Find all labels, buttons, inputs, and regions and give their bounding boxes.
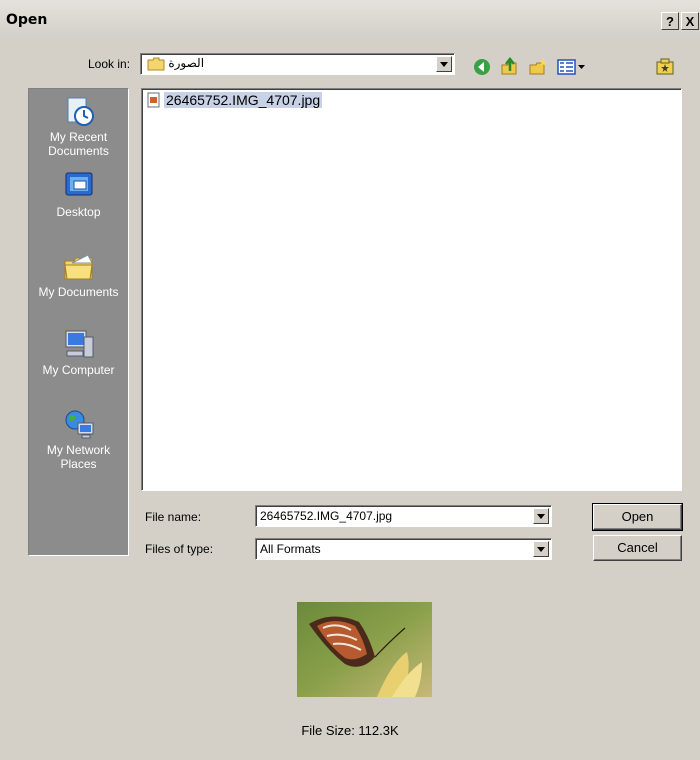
place-label: My Network Places [46,443,111,471]
file-list[interactable]: 26465752.IMG_4707.jpg [141,88,682,491]
favorites-icon[interactable] [655,57,675,77]
files-of-type-select[interactable]: All Formats [255,538,552,560]
list-item[interactable]: 26465752.IMG_4707.jpg [146,92,323,108]
file-name-value: 26465752.IMG_4707.jpg [260,509,393,523]
help-button[interactable]: ? [661,12,679,30]
look-in-label: Look in: [88,57,131,71]
network-places-icon [65,410,93,439]
cancel-button[interactable]: Cancel [593,535,682,561]
look-in-combo[interactable]: الصورة [140,53,455,75]
file-name: 26465752.IMG_4707.jpg [164,92,323,108]
file-name-label: File name: [145,510,202,524]
look-in-value: الصورة [168,56,205,70]
place-desktop[interactable]: Desktop [29,169,128,219]
recent-documents-icon [67,97,94,126]
look-in-dropdown-button[interactable] [436,56,452,72]
my-computer-icon [65,330,93,358]
new-folder-icon[interactable] [528,57,548,77]
title-bar: Open ? X [0,0,700,40]
place-label: Desktop [56,205,101,219]
open-button[interactable]: Open [592,503,683,531]
preview-image [297,602,432,697]
place-my-documents[interactable]: My Documents [29,249,128,299]
place-label: My Documents [38,285,119,299]
image-file-icon [147,92,160,108]
look-in-value-wrap: الصورة [147,56,204,71]
place-label: My Computer [42,363,115,377]
files-of-type-value: All Formats [260,542,321,556]
file-name-input[interactable]: 26465752.IMG_4707.jpg [255,505,552,527]
places-bar: My Recent Documents Desktop My Documents… [28,88,129,556]
window-title: Open [6,12,48,28]
up-folder-icon[interactable] [500,57,520,77]
close-button[interactable]: X [681,12,699,30]
files-of-type-dropdown-button[interactable] [533,541,549,557]
my-documents-icon [63,254,93,280]
desktop-icon [65,172,92,196]
view-menu-icon[interactable] [557,57,587,77]
file-size-label: File Size: 112.3K [301,723,399,738]
place-label: My Recent Documents [48,130,109,158]
file-name-dropdown-button[interactable] [533,508,549,524]
place-network-places[interactable]: My Network Places [29,407,128,471]
folder-icon [147,57,165,71]
place-my-computer[interactable]: My Computer [29,327,128,377]
files-of-type-label: Files of type: [145,542,214,556]
place-recent-documents[interactable]: My Recent Documents [29,94,128,158]
back-icon[interactable] [472,57,492,77]
